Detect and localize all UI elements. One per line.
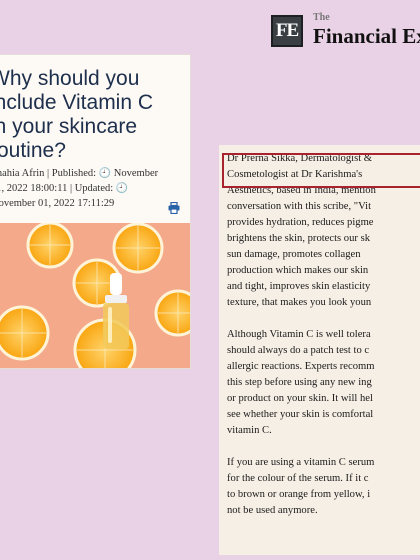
article-line: brightens the skin, protects our sk — [227, 233, 370, 244]
clock-icon: 🕘 — [98, 168, 112, 179]
article-line: provides hydration, reduces pigme — [227, 217, 374, 228]
logo-initials: FE — [271, 15, 303, 47]
article-line: see whether your skin is comfortal — [227, 409, 374, 420]
article-line: conversation with this scribe, "Vit — [227, 201, 372, 212]
updated-label: Updated: — [74, 183, 114, 194]
article-paragraph: Dr Prerna Sikka, Dermatologist & Cosmetol… — [227, 151, 420, 311]
clock-icon: 🕘 — [115, 183, 129, 194]
print-icon[interactable] — [168, 202, 180, 214]
article-line: sun damage, promotes collagen — [227, 249, 361, 260]
article-body: Dr Prerna Sikka, Dermatologist & Cosmetol… — [219, 145, 420, 555]
published-date: November — [113, 168, 159, 179]
article-line: If you are using a vitamin C serum — [227, 457, 375, 468]
meta-line-2: 01, 2022 18:00:11 | Updated: 🕘 — [0, 181, 190, 196]
article-paragraph: Although Vitamin C is well tolera should … — [227, 327, 420, 439]
article-line: texture, that makes you look youn — [227, 297, 372, 308]
updated-date: November 01, 2022 17:11:29 — [0, 198, 115, 209]
article-line: Aesthetics, based in India, mention — [227, 185, 376, 196]
article-line: Dr Prerna Sikka, Dermatologist & — [227, 153, 373, 164]
article-title: Why should you include Vitamin C in your… — [0, 67, 154, 162]
published-time: 01, 2022 18:00:11 — [0, 183, 68, 194]
publication-logo[interactable]: FE The Financial Ex — [271, 12, 420, 50]
article-line: or product on your skin. It will hel — [227, 393, 373, 404]
article-line: for the colour of the serum. If it c — [227, 473, 369, 484]
meta-line-1: Shahia Afrin | Published: 🕘 November — [0, 166, 190, 181]
author-name[interactable]: Shahia Afrin — [0, 168, 44, 179]
article-line: this step before using any new ing — [227, 377, 372, 388]
hero-image — [0, 223, 190, 368]
article-line: Although Vitamin C is well tolera — [227, 329, 371, 340]
logo-the: The — [313, 12, 330, 23]
article-paragraph: If you are using a vitamin C serum for th… — [227, 455, 420, 519]
article-header-card: Why should you include Vitamin C in your… — [0, 55, 190, 368]
article-line: production which makes our skin — [227, 265, 369, 276]
article-line: vitamin C. — [227, 425, 272, 436]
logo-name: Financial Ex — [313, 24, 420, 48]
article-line: not be used anymore. — [227, 505, 318, 516]
article-meta: Shahia Afrin | Published: 🕘 November 01,… — [0, 166, 190, 211]
article-line: Cosmetologist at Dr Karishma's — [227, 169, 363, 180]
article-line: and tight, improves skin elasticity — [227, 281, 371, 292]
published-label: Published: — [51, 168, 97, 179]
article-text: Dr Prerna Sikka, Dermatologist & Cosmetol… — [227, 151, 420, 535]
article-line: should always do a patch test to c — [227, 345, 370, 356]
meta-line-3: November 01, 2022 17:11:29 — [0, 196, 190, 211]
article-line: allergic reactions. Experts recomm — [227, 361, 375, 372]
article-line: to brown or orange from yellow, i — [227, 489, 371, 500]
